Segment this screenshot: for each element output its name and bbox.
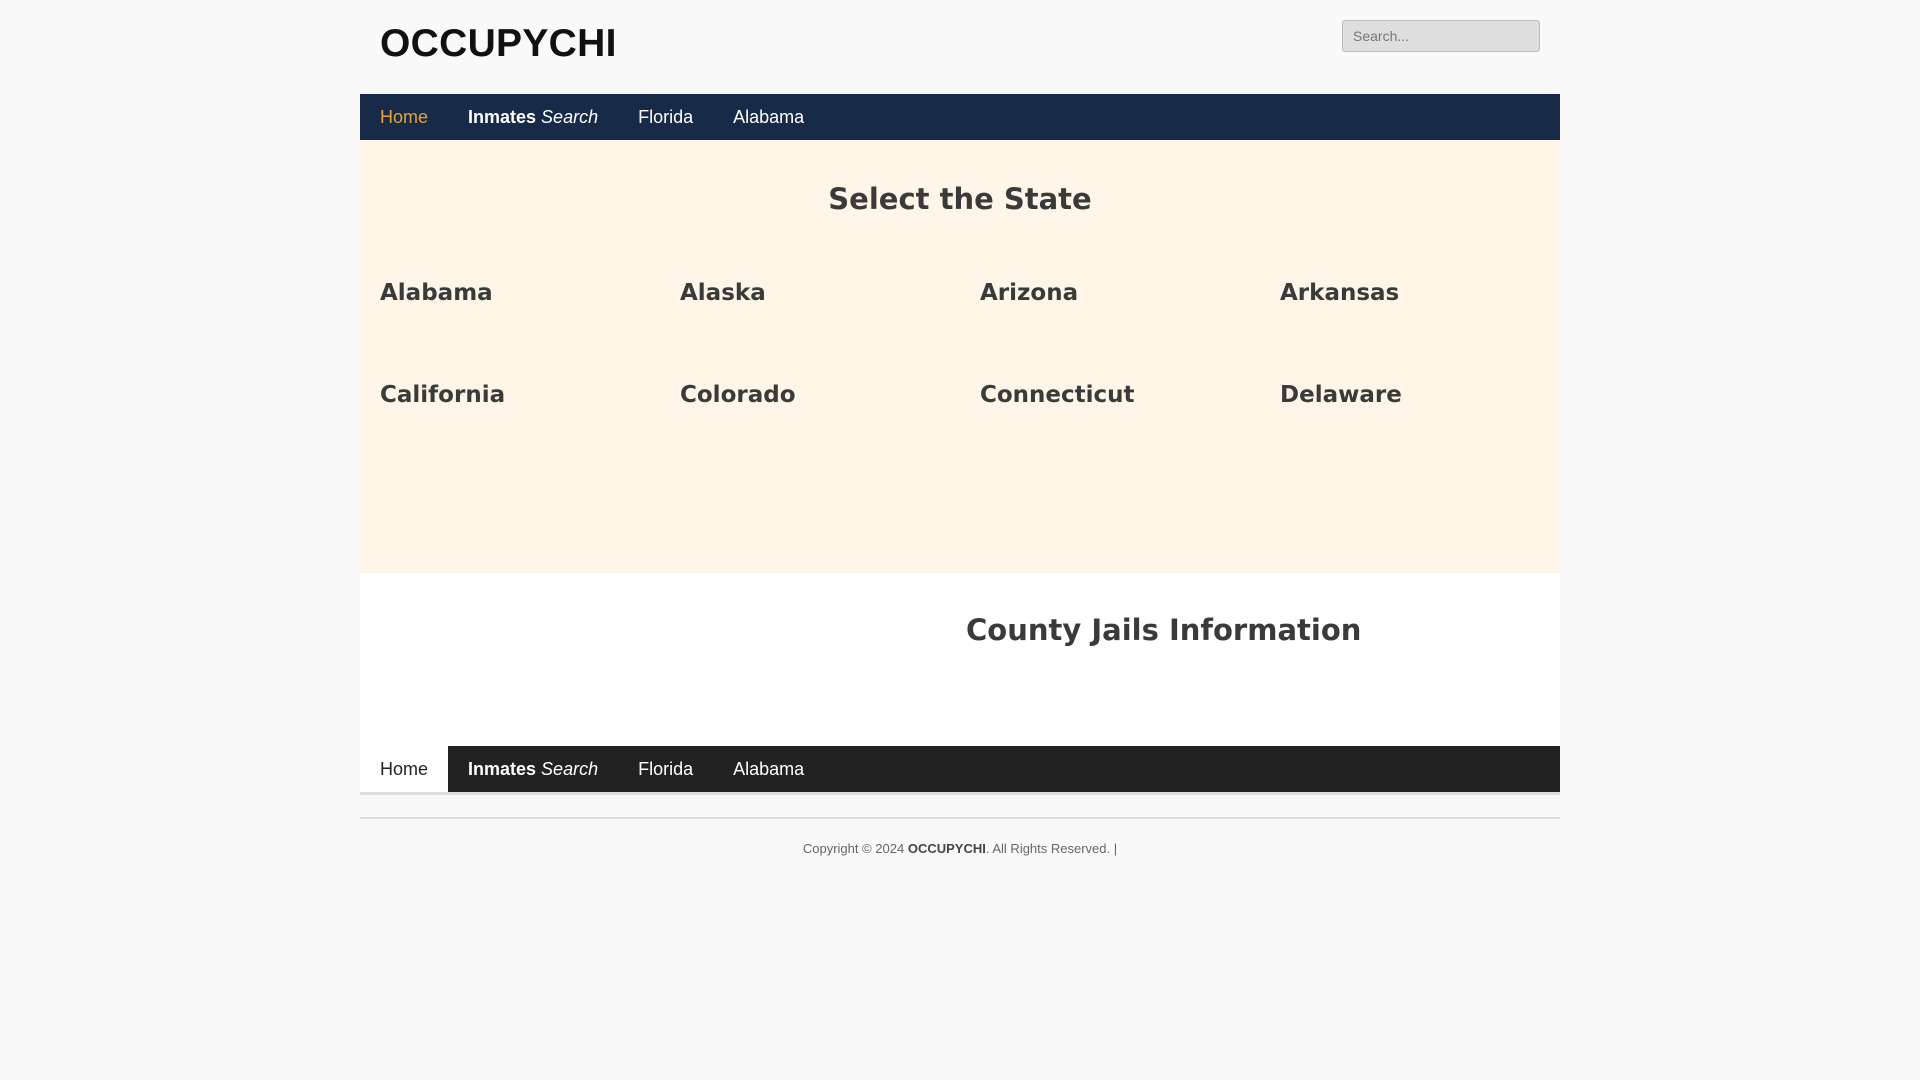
state-link-alabama[interactable]: Alabama — [380, 268, 680, 318]
county-jails-title: County Jails Information — [966, 613, 1362, 647]
state-link-california[interactable]: California — [380, 370, 680, 420]
copyright-brand[interactable]: OCCUPYCHI — [908, 841, 986, 856]
footer-nav: Home Inmates Search Florida Alabama — [360, 746, 1560, 795]
nav-inmates-search[interactable]: Inmates Search — [448, 94, 618, 140]
search-input[interactable] — [1342, 20, 1540, 52]
copyright-text: Copyright © 2024 OCCUPYCHI. All Rights R… — [360, 841, 1560, 856]
county-jails-section: County Jails Information — [360, 573, 1560, 746]
copyright-prefix: Copyright © 2024 — [802, 841, 905, 856]
state-link-alaska[interactable]: Alaska — [680, 268, 980, 318]
state-link-colorado[interactable]: Colorado — [680, 370, 980, 420]
state-grid: Alabama Alaska Arizona Arkansas Californ… — [380, 268, 1580, 420]
state-link-arkansas[interactable]: Arkansas — [1280, 268, 1580, 318]
select-state-title: Select the State — [828, 182, 1092, 216]
footer-nav-inmates-search[interactable]: Inmates Search — [448, 746, 618, 792]
footer-nav-home[interactable]: Home — [360, 746, 449, 792]
main-nav: Home Inmates Search Florida Alabama — [360, 94, 1560, 140]
nav-florida[interactable]: Florida — [618, 94, 713, 140]
page-wrapper: OCCUPYCHI Home InmatesSearch Florida Ala… — [360, 0, 1560, 856]
state-link-arizona[interactable]: Arizona — [980, 268, 1280, 318]
nav-search-label: Search — [541, 106, 599, 127]
footer-nav-alabama[interactable]: Alabama — [713, 746, 824, 792]
copyright-suffix: . All Rights Reserved. | — [985, 841, 1118, 856]
select-state-section: Select the State Alabama Alaska Arizona … — [360, 140, 1560, 573]
nav-home[interactable]: Home — [360, 94, 448, 140]
footer-nav-inmates-label: Inmates — [468, 758, 537, 779]
footer-nav-search-label: Search — [541, 758, 599, 779]
state-link-connecticut[interactable]: Connecticut — [980, 370, 1280, 420]
state-link-delaware[interactable]: Delaware — [1280, 370, 1580, 420]
nav-inmates-label: Inmates — [468, 106, 537, 127]
site-header: OCCUPYCHI — [360, 0, 1560, 94]
footer-divider — [360, 817, 1560, 819]
nav-alabama[interactable]: Alabama — [713, 94, 824, 140]
footer-nav-florida[interactable]: Florida — [618, 746, 713, 792]
site-logo[interactable]: OCCUPYCHI — [380, 20, 617, 68]
